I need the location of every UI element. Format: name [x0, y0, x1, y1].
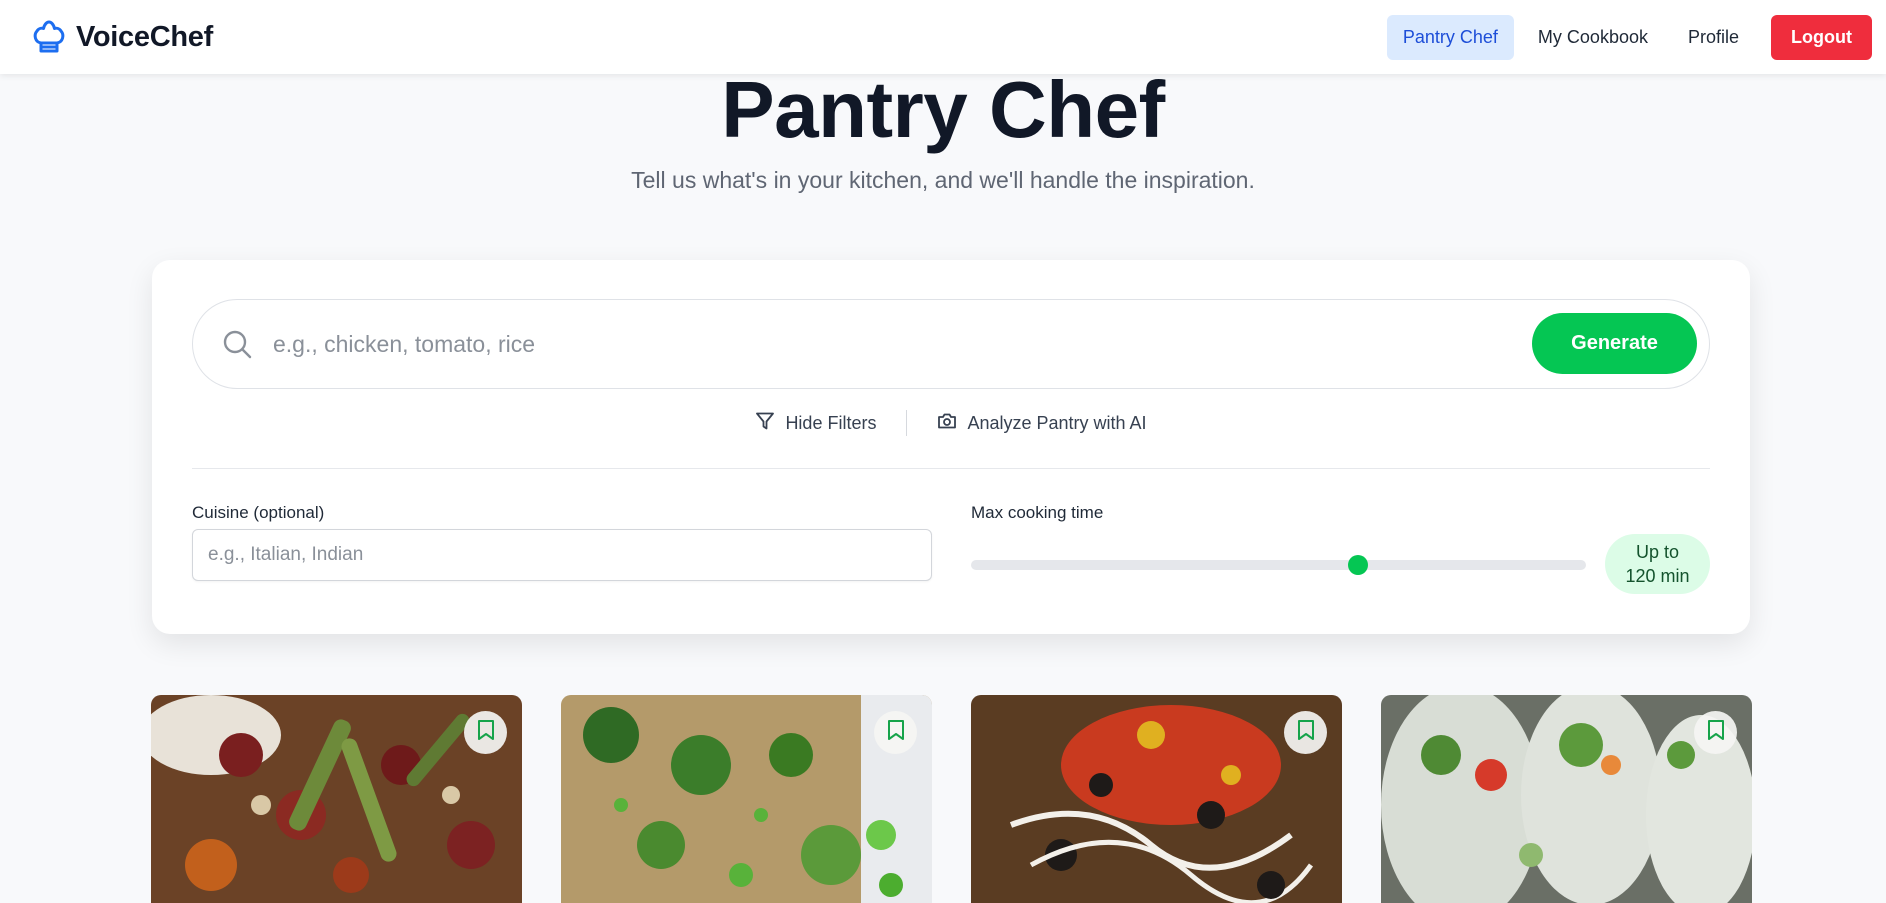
cuisine-label: Cuisine (optional)	[192, 503, 325, 522]
badge-line-1: Up to	[1635, 542, 1679, 562]
page-subtitle: Tell us what's in your kitchen, and we'l…	[631, 167, 1255, 193]
nav-item-my-cookbook[interactable]: My Cookbook	[1522, 15, 1664, 60]
nav-item-pantry-chef[interactable]: Pantry Chef	[1386, 14, 1514, 60]
camera-icon	[937, 412, 957, 435]
ingredients-search-input[interactable]	[273, 324, 1473, 364]
bookmark-button[interactable]	[1284, 711, 1327, 754]
nav-item-profile[interactable]: Profile	[1672, 15, 1755, 60]
slider-thumb[interactable]	[1348, 555, 1369, 575]
hide-filters-button[interactable]: Hide Filters	[755, 411, 876, 436]
search-bar: Generate	[192, 299, 1710, 389]
hide-filters-label: Hide Filters	[785, 412, 877, 433]
bookmark-icon	[887, 719, 905, 746]
analyze-pantry-button[interactable]: Analyze Pantry with AI	[937, 412, 1147, 435]
chef-hat-icon	[32, 19, 66, 55]
logout-button[interactable]: Logout	[1771, 14, 1872, 60]
badge-line-2: 120 min	[1625, 566, 1690, 586]
recipe-card[interactable]	[971, 695, 1342, 903]
max-cooking-time-slider[interactable]	[971, 555, 1586, 575]
filter-actions: Hide Filters Analyze Pantry with AI	[152, 410, 1750, 436]
search-icon	[221, 328, 253, 365]
bookmark-icon	[477, 719, 495, 746]
bookmark-button[interactable]	[874, 711, 917, 754]
analyze-pantry-label: Analyze Pantry with AI	[967, 412, 1147, 433]
bookmark-button[interactable]	[1694, 711, 1737, 754]
divider	[192, 468, 1710, 469]
top-navbar: VoiceChef Pantry Chef My Cookbook Profil…	[0, 0, 1886, 74]
search-card: Generate Hide Filters Analyze Pantry wit…	[152, 260, 1750, 634]
recipe-card[interactable]	[561, 695, 932, 903]
max-cooking-time-label: Max cooking time	[971, 503, 1104, 522]
cuisine-input[interactable]	[192, 529, 932, 581]
bookmark-icon	[1297, 719, 1315, 746]
recipe-card[interactable]	[1381, 695, 1752, 903]
bookmark-button[interactable]	[464, 711, 507, 754]
brand-name: VoiceChef	[76, 20, 213, 53]
filter-icon	[755, 411, 775, 436]
action-divider	[906, 410, 908, 436]
page-title: Pantry Chef	[721, 65, 1165, 154]
bookmark-icon	[1707, 719, 1725, 746]
brand[interactable]: VoiceChef	[32, 19, 213, 55]
nav-links: Pantry Chef My Cookbook Profile Logout	[1386, 14, 1872, 60]
generate-button[interactable]: Generate	[1532, 313, 1697, 374]
recipe-card[interactable]	[151, 695, 522, 903]
max-time-badge: Up to 120 min	[1605, 534, 1710, 594]
